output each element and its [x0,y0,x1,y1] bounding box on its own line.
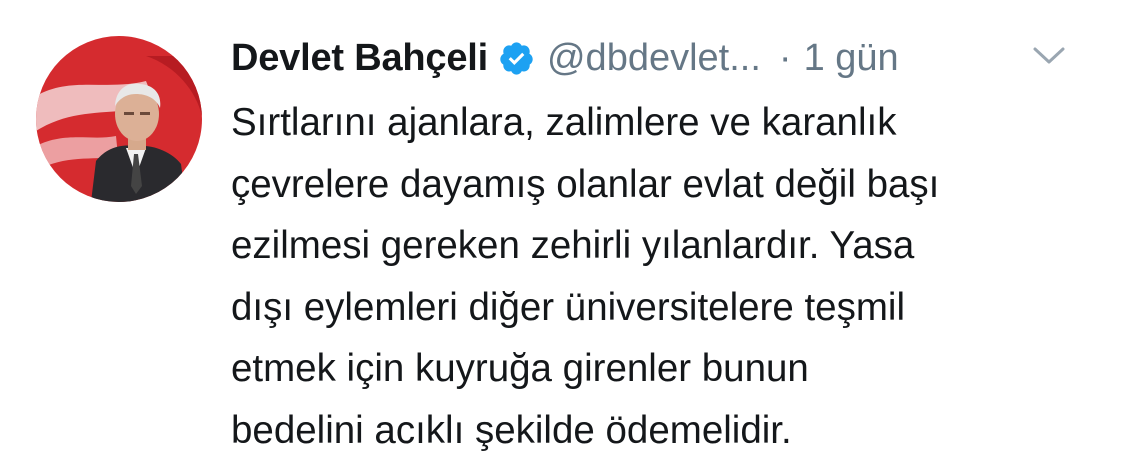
display-name[interactable]: Devlet Bahçeli [231,37,488,80]
avatar[interactable] [36,36,202,202]
timestamp[interactable]: 1 gün [804,37,899,80]
verified-badge-icon [498,40,535,77]
tweet-text-line: dışı eylemleri diğer üniversitelere teşm… [231,285,905,329]
tweet-text-line: ezilmesi gereken zehirli yılanlardır. Ya… [231,224,915,267]
tweet-header: Devlet Bahçeli @dbdevlet... · 1 gün [231,28,899,88]
tweet-text-line: Sırtlarını ajanlara, zalimlere ve karanl… [231,101,897,144]
tweet-text: Sırtlarını ajanlara, zalimlere ve karanl… [231,92,1111,461]
tweet-text-line: çevrelere dayamış olanlar evlat değil ba… [231,162,940,206]
separator-dot: · [778,36,792,79]
tweet-text-line: bedelini acıklı şekilde ödemelidir. [231,408,792,452]
handle[interactable]: @dbdevlet... [547,37,761,80]
tweet-text-line: etmek için kuyruğa girenler bunun [231,347,809,390]
tweet-card: Devlet Bahçeli @dbdevlet... · 1 gün Sırt… [0,0,1141,470]
avatar-image [36,36,202,202]
chevron-down-icon[interactable] [1030,44,1068,68]
